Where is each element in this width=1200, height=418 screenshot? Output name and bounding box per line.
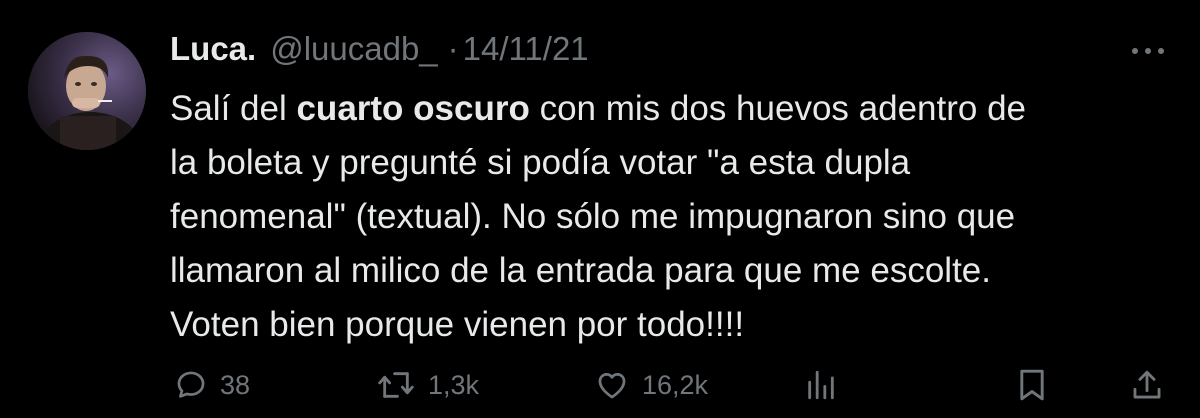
like-count: 16,2k [642, 369, 709, 400]
tweet-header: Luca. @luucadb_ · 14/11/21 [170, 30, 589, 76]
action-bar: 38 1,3k 16,2k [170, 360, 1170, 410]
avatar[interactable] [28, 32, 146, 150]
bookmark-icon [1020, 369, 1044, 401]
more-dot [1158, 48, 1164, 54]
tweet[interactable]: Luca. @luucadb_ · 14/11/21 Salí del cuar… [0, 0, 1200, 418]
avatar-image [28, 32, 146, 150]
user-handle[interactable]: @luucadb_ [270, 30, 437, 68]
reply-count: 38 [220, 369, 251, 400]
tweet-text-line: llamaron al milico de la entrada para qu… [170, 251, 991, 290]
tweet-text: Salí del cuarto oscuro con mis dos huevo… [170, 82, 1170, 352]
heart-icon [598, 373, 626, 399]
tweet-text-line: Salí del cuarto oscuro con mis dos huevo… [170, 82, 1170, 136]
reply-icon [177, 371, 205, 398]
tweet-text-line: fenomenal" (textual). No sólo me impugna… [170, 197, 1016, 236]
text-segment: con mis dos huevos adentro de [529, 89, 1026, 128]
views-icon [808, 370, 834, 400]
share-button[interactable] [1130, 360, 1164, 410]
more-icon[interactable] [1120, 36, 1176, 66]
retweet-count: 1,3k [428, 369, 480, 400]
retweet-icon [378, 372, 414, 398]
more-dot [1145, 48, 1151, 54]
text-segment: Salí del [170, 89, 297, 128]
more-dot [1132, 48, 1138, 54]
text-bold-segment: cuarto oscuro [296, 89, 530, 128]
retweet-button[interactable]: 1,3k [376, 360, 479, 410]
share-icon [1133, 370, 1161, 399]
tweet-text-line: la boleta y pregunté si podía votar "a e… [170, 143, 911, 182]
reply-button[interactable]: 38 [174, 360, 250, 410]
bookmark-button[interactable] [1016, 360, 1048, 410]
display-name[interactable]: Luca. [170, 30, 256, 68]
tweet-date[interactable]: 14/11/21 [463, 30, 589, 68]
tweet-text-line: Voten bien porque vienen por todo!!!! [170, 305, 745, 344]
like-button[interactable]: 16,2k [594, 360, 708, 410]
header-separator: · [447, 30, 459, 67]
views-button[interactable] [804, 360, 838, 410]
